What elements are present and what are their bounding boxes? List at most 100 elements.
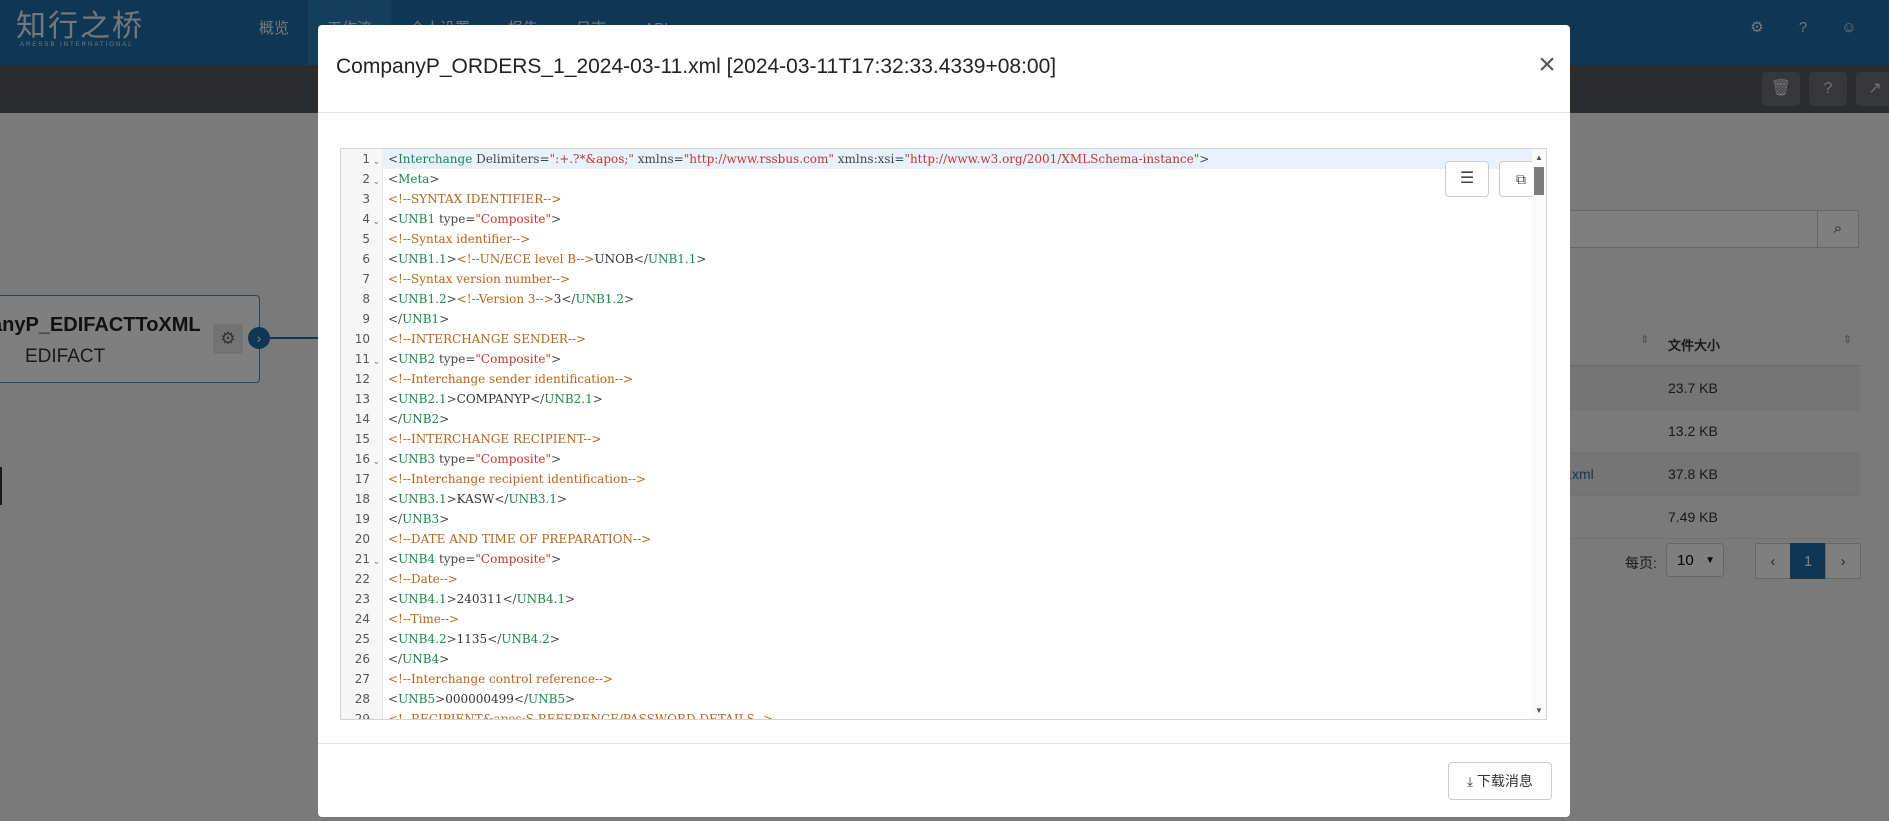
line-number: 18	[341, 489, 382, 509]
line-number: 2 ⌄	[341, 169, 382, 189]
vertical-scrollbar[interactable]: ▲ ▼	[1532, 149, 1546, 719]
line-number: 11 ⌄	[341, 349, 382, 369]
code-line-text: <UNB1.1><!--UN/ECE level B-->UNOB</UNB1.…	[388, 252, 707, 266]
code-line[interactable]: <!--RECIPIENT&apos;S REFERENCE/PASSWORD …	[382, 709, 1532, 719]
line-number-text: 3	[362, 192, 370, 206]
line-number: 21 ⌄	[341, 549, 382, 569]
message-viewer-modal: CompanyP_ORDERS_1_2024-03-11.xml [2024-0…	[318, 25, 1570, 817]
line-number: 8	[341, 289, 382, 309]
code-line-text: <UNB3.1>KASW</UNB3.1>	[388, 492, 568, 506]
modal-footer: ⤓ 下载消息	[318, 743, 1570, 817]
line-number: 14	[341, 409, 382, 429]
code-line-text: <!--INTERCHANGE SENDER-->	[388, 332, 587, 346]
code-line[interactable]: </UNB2>	[382, 409, 1532, 429]
line-number-text: 28	[354, 692, 370, 706]
download-message-button[interactable]: ⤓ 下载消息	[1448, 762, 1552, 800]
code-line[interactable]: <!--INTERCHANGE RECIPIENT-->	[382, 429, 1532, 449]
code-line[interactable]: <!--Syntax version number-->	[382, 269, 1532, 289]
code-line[interactable]: </UNB4>	[382, 649, 1532, 669]
scroll-down-icon[interactable]: ▼	[1535, 706, 1543, 715]
code-line-text: <!--DATE AND TIME OF PREPARATION-->	[388, 532, 652, 546]
line-number-text: 10	[354, 332, 370, 346]
line-number: 16 ⌄	[341, 449, 382, 469]
code-line-text: <UNB2.1>COMPANYP</UNB2.1>	[388, 392, 603, 406]
code-line-text: <!--Syntax version number-->	[388, 272, 571, 286]
code-line-text: </UNB3>	[388, 512, 450, 526]
code-line[interactable]: </UNB3>	[382, 509, 1532, 529]
line-number: 20	[341, 529, 382, 549]
scrollbar-thumb[interactable]	[1534, 167, 1544, 195]
code-content[interactable]: <Interchange Delimiters=":+.?*&apos;" xm…	[382, 149, 1532, 719]
code-line-text: <!--Interchange sender identification-->	[388, 372, 634, 386]
line-number: 4 ⌄	[341, 209, 382, 229]
line-number-text: 12	[354, 372, 370, 386]
code-line[interactable]: <!--Syntax identifier-->	[382, 229, 1532, 249]
code-line-text: <UNB4 type="Composite">	[388, 552, 562, 566]
line-number-text: 24	[354, 612, 370, 626]
line-number-text: 17	[354, 472, 370, 486]
code-line[interactable]: <UNB2 type="Composite">	[382, 349, 1532, 369]
line-number-text: 1	[362, 152, 370, 166]
code-line[interactable]: <UNB4 type="Composite">	[382, 549, 1532, 569]
line-number-text: 27	[354, 672, 370, 686]
line-number-text: 19	[354, 512, 370, 526]
download-icon: ⤓	[1467, 774, 1473, 789]
code-line-text: <!--Date-->	[388, 572, 458, 586]
line-number: 3	[341, 189, 382, 209]
scroll-up-icon[interactable]: ▲	[1535, 153, 1543, 162]
line-number-text: 20	[354, 532, 370, 546]
code-line[interactable]: <UNB3.1>KASW</UNB3.1>	[382, 489, 1532, 509]
line-number: 29	[341, 709, 382, 719]
line-number-text: 6	[362, 252, 370, 266]
line-number-text: 4	[362, 212, 370, 226]
format-button[interactable]: ☰	[1445, 161, 1489, 197]
code-line[interactable]: <!--Time-->	[382, 609, 1532, 629]
line-number-text: 7	[362, 272, 370, 286]
code-line-text: <!--Time-->	[388, 612, 460, 626]
line-number: 10	[341, 329, 382, 349]
code-line[interactable]: <!--Interchange control reference-->	[382, 669, 1532, 689]
line-number-text: 25	[354, 632, 370, 646]
code-line[interactable]: <UNB4.1>240311</UNB4.1>	[382, 589, 1532, 609]
code-line[interactable]: <!--Interchange recipient identification…	[382, 469, 1532, 489]
line-number: 17	[341, 469, 382, 489]
code-line[interactable]: <!--INTERCHANGE SENDER-->	[382, 329, 1532, 349]
code-line-text: <UNB4.2>1135</UNB4.2>	[388, 632, 560, 646]
line-number-text: 18	[354, 492, 370, 506]
line-number: 24	[341, 609, 382, 629]
code-line[interactable]: <UNB1 type="Composite">	[382, 209, 1532, 229]
code-line-text: <!--Interchange control reference-->	[388, 672, 614, 686]
line-number: 5	[341, 229, 382, 249]
code-line[interactable]: <UNB4.2>1135</UNB4.2>	[382, 629, 1532, 649]
code-line-text: <UNB1 type="Composite">	[388, 212, 562, 226]
code-line-text: </UNB4>	[388, 652, 450, 666]
modal-header: CompanyP_ORDERS_1_2024-03-11.xml [2024-0…	[318, 25, 1570, 113]
code-line[interactable]: <UNB5>000000499</UNB5>	[382, 689, 1532, 709]
line-number-text: 26	[354, 652, 370, 666]
code-line[interactable]: <Meta>	[382, 169, 1532, 189]
line-number-text: 11	[354, 352, 370, 366]
code-line-text: <!--SYNTAX IDENTIFIER-->	[388, 192, 562, 206]
line-number: 9	[341, 309, 382, 329]
code-line-text: <Interchange Delimiters=":+.?*&apos;" xm…	[388, 152, 1210, 166]
code-line[interactable]: <!--SYNTAX IDENTIFIER-->	[382, 189, 1532, 209]
line-number-text: 21	[354, 552, 370, 566]
code-line[interactable]: <UNB3 type="Composite">	[382, 449, 1532, 469]
code-line[interactable]: <Interchange Delimiters=":+.?*&apos;" xm…	[382, 149, 1532, 169]
code-line[interactable]: <UNB2.1>COMPANYP</UNB2.1>	[382, 389, 1532, 409]
code-line[interactable]: <UNB1.1><!--UN/ECE level B-->UNOB</UNB1.…	[382, 249, 1532, 269]
code-line[interactable]: <!--Date-->	[382, 569, 1532, 589]
code-line-text: <!--RECIPIENT&apos;S REFERENCE/PASSWORD …	[388, 712, 774, 719]
download-label: 下载消息	[1476, 773, 1533, 789]
line-number: 22	[341, 569, 382, 589]
line-number: 19	[341, 509, 382, 529]
line-number-text: 22	[354, 572, 370, 586]
code-line[interactable]: </UNB1>	[382, 309, 1532, 329]
code-editor[interactable]: 1 ⌄ 2 ⌄ 3 4 ⌄ 5 6 7 8 9 10 11 ⌄ 12 13 14 15 16 ⌄ 17 18 19 20 21 ⌄ 2…	[340, 148, 1547, 720]
code-line[interactable]: <!--Interchange sender identification-->	[382, 369, 1532, 389]
code-line-text: </UNB2>	[388, 412, 450, 426]
code-line[interactable]: <UNB1.2><!--Version 3-->3</UNB1.2>	[382, 289, 1532, 309]
line-number-text: 14	[354, 412, 370, 426]
close-icon[interactable]: ×	[1534, 50, 1560, 80]
code-line[interactable]: <!--DATE AND TIME OF PREPARATION-->	[382, 529, 1532, 549]
